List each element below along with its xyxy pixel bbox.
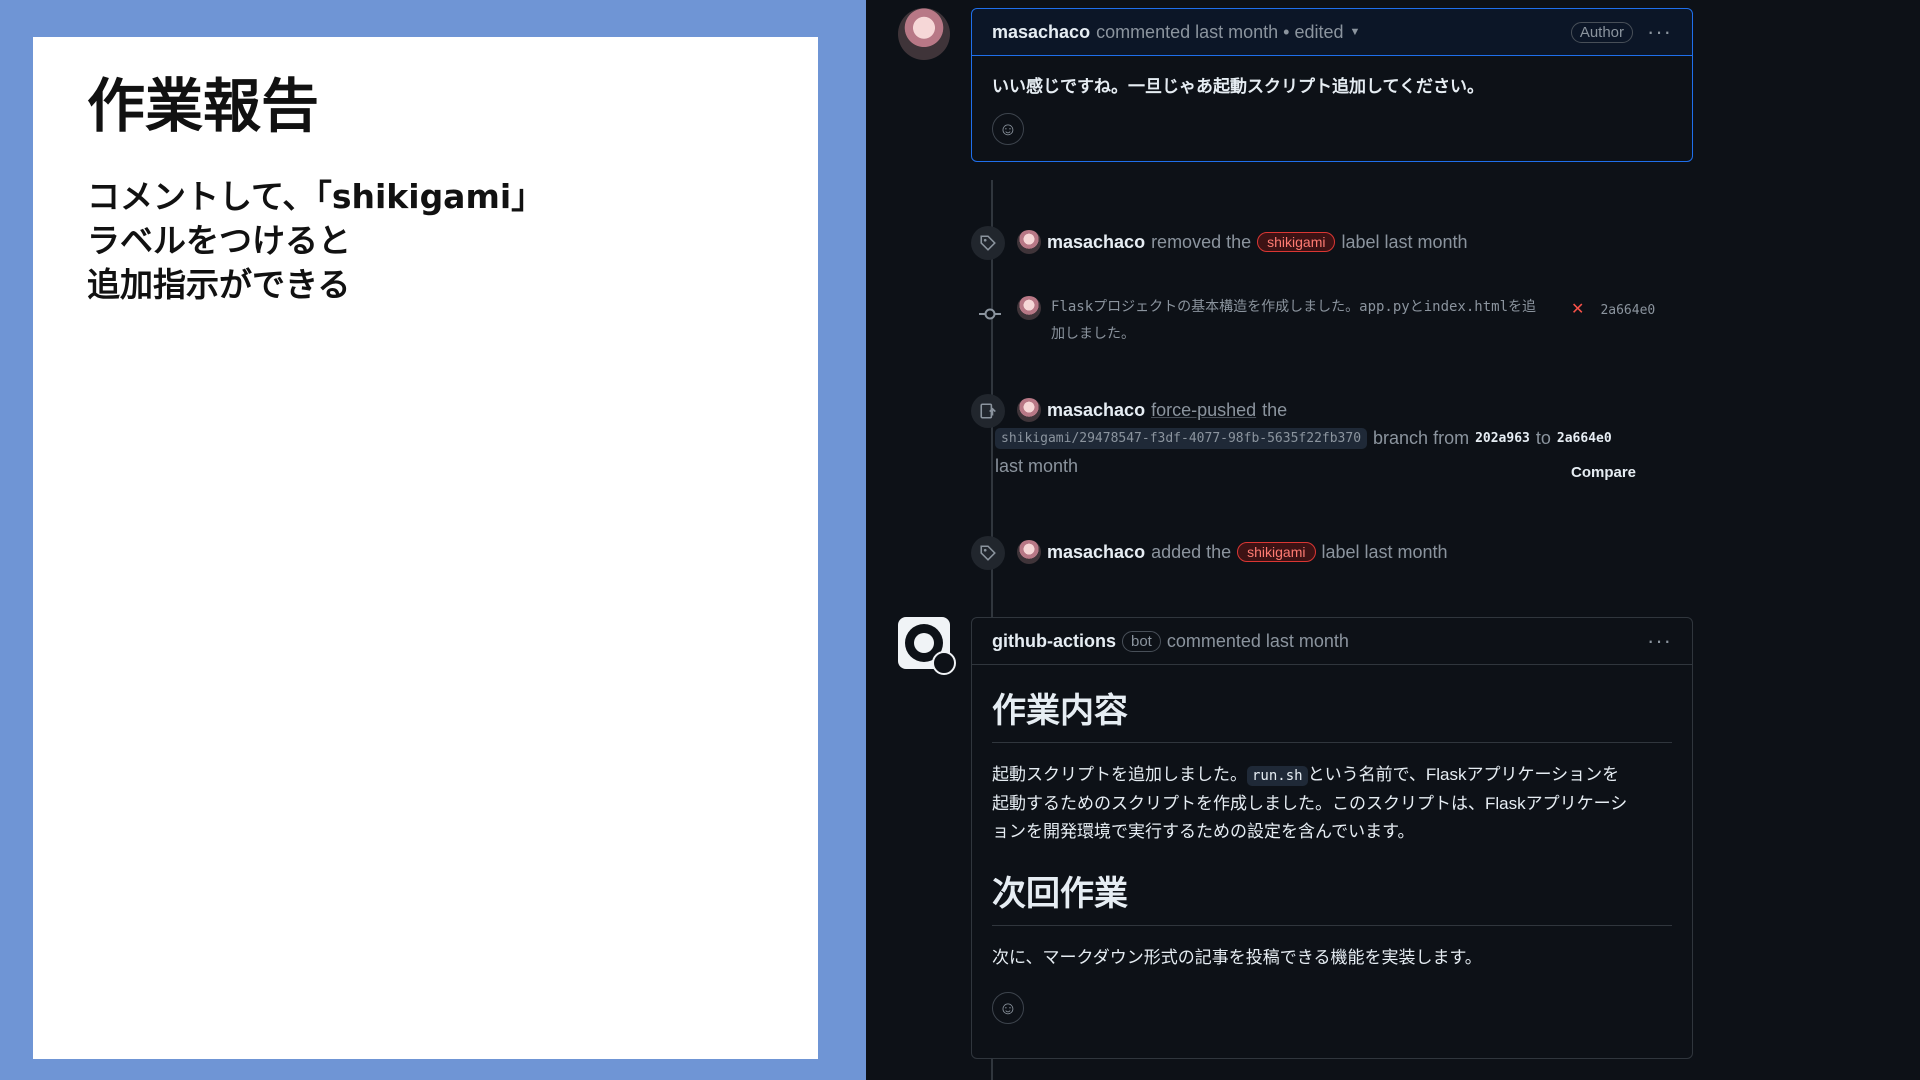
git-commit-icon — [979, 304, 1001, 324]
avatar[interactable] — [1017, 296, 1041, 320]
smiley-icon[interactable]: ☺ — [992, 113, 1024, 145]
heading-next-work: 次回作業 — [992, 866, 1672, 926]
comment-header: masachaco commented last month • edited … — [972, 9, 1692, 56]
paragraph-next-work: 次に、マークダウン形式の記事を投稿できる機能を実装します。 — [992, 948, 1482, 967]
commit-sha[interactable]: 2a664e0 — [1600, 303, 1655, 318]
chevron-down-icon[interactable]: ▼ — [1350, 26, 1361, 38]
event-text: label last month — [1341, 231, 1468, 252]
label-shikigami[interactable]: shikigami — [1257, 232, 1336, 252]
comment-text: いい感じですね。一旦じゃあ起動スクリプト追加してください。 — [992, 77, 1484, 96]
event-user[interactable]: masachaco — [1047, 542, 1145, 563]
slide-body: コメントして、「shikigami」 ラベルをつけると 追加指示ができる — [87, 175, 544, 307]
inline-code: run.sh — [1247, 766, 1308, 786]
kebab-horizontal-icon[interactable]: ··· — [1647, 628, 1672, 654]
slide-body-line: コメントして、「shikigami」 — [87, 177, 545, 216]
paragraph-text: 起動するためのスクリプトを作成しました。このスクリプトは、Flaskアプリケーシ — [992, 794, 1628, 813]
avatar[interactable] — [1017, 398, 1041, 422]
tag-icon — [971, 226, 1005, 260]
event-text: label last month — [1321, 541, 1448, 562]
slide-title: 作業報告 — [87, 72, 320, 140]
comment-author[interactable]: github-actions — [992, 631, 1116, 652]
force-pushed-link[interactable]: force-pushed — [1151, 400, 1256, 421]
paragraph-text: という名前で、Flaskアプリケーションを — [1307, 765, 1620, 784]
slide-body-line: 追加指示ができる — [87, 265, 351, 304]
bot-badge-icon — [932, 651, 956, 675]
heading-work-content: 作業内容 — [992, 683, 1672, 743]
comment-github-actions: github-actions bot commented last month … — [971, 617, 1693, 1059]
event-text: the — [1262, 399, 1288, 420]
avatar[interactable] — [1017, 540, 1041, 564]
bot-badge: bot — [1122, 630, 1161, 652]
avatar[interactable] — [1017, 230, 1041, 254]
compare-link[interactable]: Compare — [1571, 464, 1636, 481]
avatar[interactable] — [898, 8, 950, 60]
paragraph-text: ョンを開発環境で実行するための設定を含んでいます。 — [992, 822, 1415, 841]
event-user[interactable]: masachaco — [1047, 232, 1145, 253]
paragraph-text: 起動スクリプトを追加しました。 — [992, 765, 1247, 784]
tag-icon — [971, 536, 1005, 570]
comment-header: github-actions bot commented last month … — [972, 618, 1692, 665]
author-badge: Author — [1570, 21, 1634, 43]
comment-author[interactable]: masachaco — [992, 22, 1090, 43]
event-time: last month — [995, 456, 1079, 476]
comment-meta[interactable]: commented last month — [1167, 631, 1349, 652]
repo-push-icon — [971, 394, 1005, 428]
slide-body-line: ラベルをつけると — [87, 221, 351, 260]
github-issue-timeline: masachaco commented last month • edited … — [866, 0, 1920, 1080]
commit-message[interactable]: Flaskプロジェクトの基本構造を作成しました。app.pyとindex.htm… — [1051, 294, 1536, 348]
to-sha[interactable]: 2a664e0 — [1557, 431, 1612, 446]
commit-message-line[interactable]: 加しました。 — [1051, 321, 1536, 348]
event-text: to — [1535, 428, 1551, 448]
event-text: removed the — [1151, 231, 1252, 252]
comment-body: 作業内容 起動スクリプトを追加しました。 run.sh という名前で、Flaskアプ… — [972, 665, 1692, 1040]
event-text: branch from — [1373, 428, 1470, 448]
x-icon[interactable]: ✕ — [1571, 301, 1584, 318]
branch-name[interactable]: shikigami/29478547-f3df-4077-98fb-5635f2… — [995, 428, 1368, 449]
event-user[interactable]: masachaco — [1047, 400, 1145, 421]
comment-body: いい感じですね。一旦じゃあ起動スクリプト追加してください。 ☺ — [972, 56, 1692, 161]
commit-message-line[interactable]: Flaskプロジェクトの基本構造を作成しました。app.pyとindex.htm… — [1051, 294, 1536, 321]
kebab-horizontal-icon[interactable]: ··· — [1647, 19, 1672, 45]
slide-card: 作業報告 コメントして、「shikigami」 ラベルをつけると 追加指示ができ… — [33, 37, 818, 1059]
event-text: added the — [1151, 541, 1232, 562]
smiley-icon[interactable]: ☺ — [992, 992, 1024, 1024]
label-shikigami[interactable]: shikigami — [1237, 542, 1316, 562]
paragraph-work-content: 起動スクリプトを追加しました。 run.sh という名前で、Flaskアプリケーショ… — [992, 761, 1672, 846]
comment-masachaco: masachaco commented last month • edited … — [971, 8, 1693, 162]
slide-background: 作業報告 コメントして、「shikigami」 ラベルをつけると 追加指示ができ… — [0, 0, 866, 1080]
comment-meta[interactable]: commented last month • edited — [1096, 22, 1343, 43]
from-sha[interactable]: 202a963 — [1475, 431, 1530, 446]
github-actions-avatar[interactable] — [898, 617, 956, 675]
